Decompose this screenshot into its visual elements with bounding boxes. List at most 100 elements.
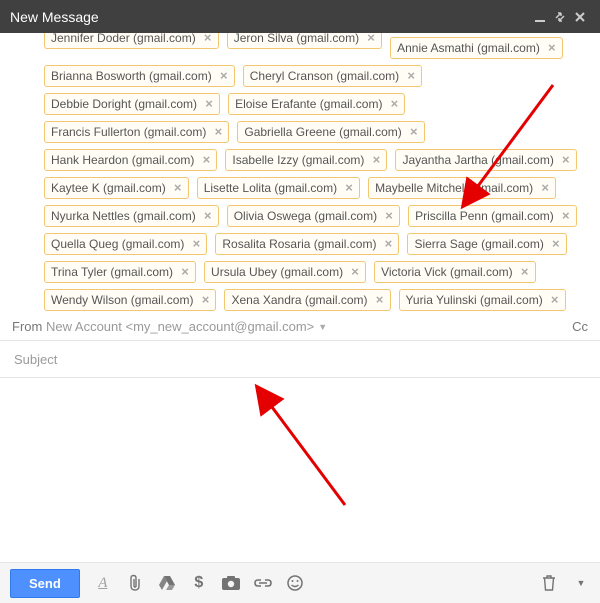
remove-recipient-icon[interactable]: × <box>365 33 377 48</box>
recipient-chip[interactable]: Ursula Ubey (gmail.com) × <box>204 261 366 283</box>
recipient-chip[interactable]: Xena Xandra (gmail.com) × <box>224 289 390 311</box>
recipient-chip[interactable]: Maybelle Mitchell (gmail.com) × <box>368 177 556 199</box>
remove-recipient-icon[interactable]: × <box>202 206 214 226</box>
remove-recipient-icon[interactable]: × <box>408 122 420 142</box>
recipient-chip[interactable]: Annie Asmathi (gmail.com) × <box>390 37 563 59</box>
remove-recipient-icon[interactable]: × <box>560 206 572 226</box>
trash-icon[interactable] <box>540 574 558 592</box>
recipient-label: Xena Xandra (gmail.com) <box>231 290 367 310</box>
remove-recipient-icon[interactable]: × <box>383 206 395 226</box>
remove-recipient-icon[interactable]: × <box>199 290 211 310</box>
recipient-label: Nyurka Nettles (gmail.com) <box>51 206 196 226</box>
recipient-label: Jennifer Doder (gmail.com) <box>51 33 196 48</box>
recipient-chip[interactable]: Rosalita Rosaria (gmail.com) × <box>215 233 399 255</box>
remove-recipient-icon[interactable]: × <box>370 150 382 170</box>
remove-recipient-icon[interactable]: × <box>212 122 224 142</box>
recipient-chip[interactable]: Hank Heardon (gmail.com) × <box>44 149 217 171</box>
recipient-label: Rosalita Rosaria (gmail.com) <box>222 234 376 254</box>
photo-icon[interactable] <box>222 574 240 592</box>
recipient-chip[interactable]: Yuria Yulinski (gmail.com) × <box>399 289 566 311</box>
remove-recipient-icon[interactable]: × <box>382 234 394 254</box>
recipient-chip[interactable]: Lisette Lolita (gmail.com) × <box>197 177 360 199</box>
recipient-chip[interactable]: Cheryl Cranson (gmail.com) × <box>243 65 422 87</box>
recipient-label: Annie Asmathi (gmail.com) <box>397 38 540 58</box>
minimize-icon[interactable] <box>530 11 550 23</box>
subject-input[interactable] <box>12 341 592 377</box>
recipient-chip[interactable]: Victoria Vick (gmail.com) × <box>374 261 536 283</box>
remove-recipient-icon[interactable]: × <box>388 94 400 114</box>
recipient-chip[interactable]: Kaytee K (gmail.com) × <box>44 177 189 199</box>
recipient-chip[interactable]: Jennifer Doder (gmail.com) × <box>44 33 219 49</box>
remove-recipient-icon[interactable]: × <box>218 66 230 86</box>
recipient-chip[interactable]: Eloise Erafante (gmail.com) × <box>228 93 405 115</box>
recipient-chip[interactable]: Jayantha Jartha (gmail.com) × <box>395 149 576 171</box>
close-icon[interactable] <box>570 11 590 23</box>
remove-recipient-icon[interactable]: × <box>343 178 355 198</box>
remove-recipient-icon[interactable]: × <box>179 262 191 282</box>
attach-icon[interactable] <box>126 574 144 592</box>
recipient-chip[interactable]: Francis Fullerton (gmail.com) × <box>44 121 229 143</box>
window-title: New Message <box>10 9 530 25</box>
recipient-label: Maybelle Mitchell (gmail.com) <box>375 178 533 198</box>
send-button[interactable]: Send <box>10 569 80 598</box>
remove-recipient-icon[interactable]: × <box>549 290 561 310</box>
recipient-chip[interactable]: Jeron Silva (gmail.com) × <box>227 33 382 49</box>
popout-icon[interactable] <box>550 11 570 23</box>
recipient-label: Brianna Bosworth (gmail.com) <box>51 66 212 86</box>
recipient-label: Debbie Doright (gmail.com) <box>51 94 197 114</box>
recipient-chip[interactable]: Priscilla Penn (gmail.com)× <box>408 205 577 227</box>
recipient-chip[interactable]: Brianna Bosworth (gmail.com) × <box>44 65 235 87</box>
more-options-icon[interactable]: ▼ <box>572 574 590 592</box>
recipient-chip[interactable]: Trina Tyler (gmail.com) × <box>44 261 196 283</box>
remove-recipient-icon[interactable]: × <box>200 150 212 170</box>
recipient-chip[interactable]: Olivia Oswega (gmail.com)× <box>227 205 400 227</box>
recipient-chip[interactable]: Isabelle Izzy (gmail.com) × <box>225 149 387 171</box>
recipient-chip[interactable]: Nyurka Nettles (gmail.com) × <box>44 205 219 227</box>
recipient-label: Eloise Erafante (gmail.com) <box>235 94 382 114</box>
remove-recipient-icon[interactable]: × <box>519 262 531 282</box>
remove-recipient-icon[interactable]: × <box>539 178 551 198</box>
from-label: From <box>12 319 46 334</box>
remove-recipient-icon[interactable]: × <box>349 262 361 282</box>
recipients-field[interactable]: Jennifer Doder (gmail.com)×Jeron Silva (… <box>0 33 600 313</box>
recipient-label: Wendy Wilson (gmail.com) <box>51 290 193 310</box>
cc-toggle[interactable]: Cc <box>572 319 588 334</box>
drive-icon[interactable] <box>158 574 176 592</box>
from-value[interactable]: New Account <my_new_account@gmail.com> <box>46 319 314 334</box>
recipient-chip[interactable]: Sierra Sage (gmail.com)× <box>407 233 566 255</box>
remove-recipient-icon[interactable]: × <box>550 234 562 254</box>
recipient-label: Yuria Yulinski (gmail.com) <box>406 290 543 310</box>
remove-recipient-icon[interactable]: × <box>190 234 202 254</box>
compose-window: New Message Jennifer Doder (gmail.com)×J… <box>0 0 600 603</box>
recipient-label: Cheryl Cranson (gmail.com) <box>250 66 399 86</box>
remove-recipient-icon[interactable]: × <box>560 150 572 170</box>
remove-recipient-icon[interactable]: × <box>172 178 184 198</box>
recipient-label: Quella Queg (gmail.com) <box>51 234 184 254</box>
remove-recipient-icon[interactable]: × <box>202 33 214 48</box>
recipient-label: Victoria Vick (gmail.com) <box>381 262 513 282</box>
recipient-label: Trina Tyler (gmail.com) <box>51 262 173 282</box>
recipient-label: Isabelle Izzy (gmail.com) <box>232 150 364 170</box>
recipient-chip[interactable]: Wendy Wilson (gmail.com) × <box>44 289 216 311</box>
message-body[interactable] <box>0 378 600 468</box>
recipient-label: Hank Heardon (gmail.com) <box>51 150 194 170</box>
recipient-label: Lisette Lolita (gmail.com) <box>204 178 337 198</box>
recipient-chip[interactable]: Quella Queg (gmail.com) × <box>44 233 207 255</box>
money-icon[interactable]: $ <box>190 574 208 592</box>
formatting-icon[interactable]: A <box>94 574 112 592</box>
recipient-label: Jayantha Jartha (gmail.com) <box>402 150 553 170</box>
remove-recipient-icon[interactable]: × <box>203 94 215 114</box>
link-icon[interactable] <box>254 574 272 592</box>
recipient-label: Francis Fullerton (gmail.com) <box>51 122 206 142</box>
remove-recipient-icon[interactable]: × <box>546 38 558 58</box>
from-row: From New Account <my_new_account@gmail.c… <box>0 313 600 340</box>
emoji-icon[interactable] <box>286 574 304 592</box>
recipient-chip[interactable]: Debbie Doright (gmail.com) × <box>44 93 220 115</box>
chevron-down-icon[interactable]: ▼ <box>318 322 327 332</box>
remove-recipient-icon[interactable]: × <box>405 66 417 86</box>
recipient-label: Jeron Silva (gmail.com) <box>234 33 359 48</box>
recipient-label: Ursula Ubey (gmail.com) <box>211 262 343 282</box>
remove-recipient-icon[interactable]: × <box>374 290 386 310</box>
recipient-label: Kaytee K (gmail.com) <box>51 178 166 198</box>
recipient-chip[interactable]: Gabriella Greene (gmail.com)× <box>237 121 424 143</box>
